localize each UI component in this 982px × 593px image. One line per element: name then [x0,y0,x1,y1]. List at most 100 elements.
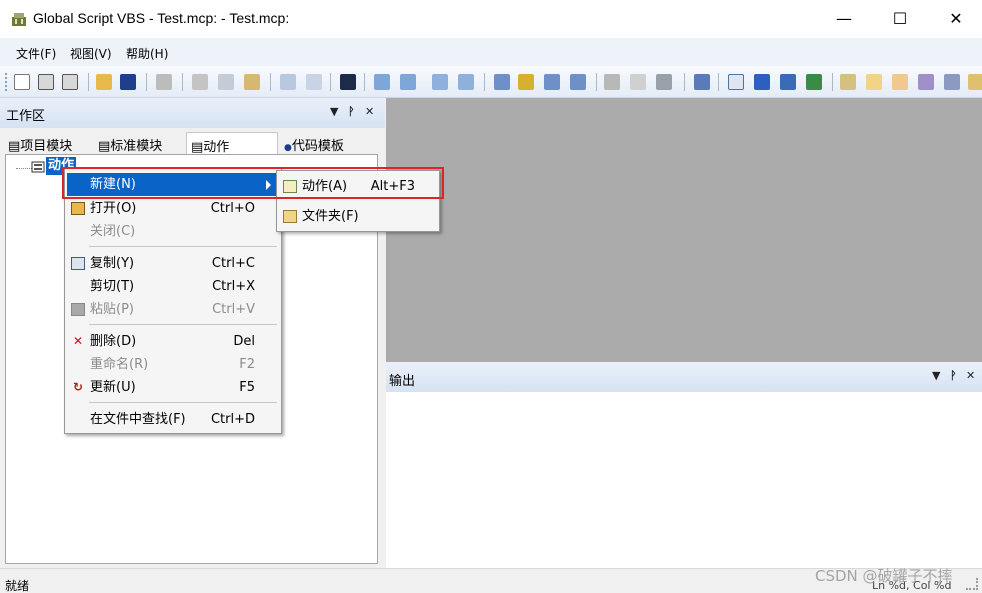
toolbar-separator [832,73,833,91]
toolbar-separator [88,73,89,91]
print-icon[interactable] [156,74,172,90]
new-project-icon[interactable] [38,74,54,90]
menu-item-find-in-files[interactable]: 在文件中查找(F) Ctrl+D [67,408,279,431]
syntax-check-icon[interactable] [656,74,672,90]
trigger-icon[interactable] [630,74,646,90]
menu-item-delete[interactable]: ✕ 删除(D) Del [67,330,279,353]
person-icon[interactable] [944,74,960,90]
bookmark-prev-icon[interactable] [544,74,560,90]
menu-item-close[interactable]: 关闭(C) [67,220,279,243]
workspace-dropdown-icon[interactable]: ▼ [330,105,338,118]
workspace-tabs: ▤项目模块 ▤标准模块 ▤动作 ●代码模板 [0,128,385,155]
paste-icon [71,303,85,316]
window-title: Global Script VBS - Test.mcp: - Test.mcp… [33,10,290,26]
toolbar-separator [270,73,271,91]
menu-separator [89,246,277,247]
menu-item-label: 在文件中查找(F) [90,412,186,427]
tab-project-modules[interactable]: ▤项目模块 [8,132,72,154]
action-icon[interactable] [892,74,908,90]
maximize-button[interactable]: ☐ [872,0,928,38]
redo-icon[interactable] [306,74,322,90]
tab-label: 项目模块 [20,139,73,154]
menu-file[interactable]: 文件(F) [16,45,56,62]
cut-icon[interactable] [192,74,208,90]
toolbar-separator [596,73,597,91]
copy-icon[interactable] [218,74,234,90]
output-close-icon[interactable]: ✕ [966,369,975,382]
app-icon [12,13,26,26]
paste-icon[interactable] [244,74,260,90]
menu-item-open[interactable]: 打开(O) Ctrl+O [67,197,279,220]
output-header: 输出 ▼ ᚹ ✕ [386,362,982,392]
tab-actions[interactable]: ▤动作 [186,132,278,155]
submenu-item-folder[interactable]: 文件夹(F) [279,205,439,228]
menu-item-label: 复制(Y) [90,256,135,271]
menu-item-label: 删除(D) [90,334,137,349]
bookmark-clear-icon[interactable] [570,74,586,90]
menu-item-cut[interactable]: 剪切(T) Ctrl+X [67,275,279,298]
menu-help[interactable]: 帮助(H) [126,45,168,62]
compile-icon[interactable] [604,74,620,90]
output-pin-icon[interactable]: ᚹ [950,369,957,382]
output-dropdown-icon[interactable]: ▼ [932,369,940,382]
script-module-icon: ▤ [98,139,111,154]
tag-icon[interactable] [780,74,796,90]
menu-item-label: 剪切(T) [90,279,135,294]
tab-label: 标准模块 [110,139,163,154]
toolbar-separator [364,73,365,91]
menu-item-label: 打开(O) [90,201,137,216]
menu-item-shortcut: Ctrl+C [211,256,255,271]
open-folder-icon [71,202,85,215]
graph-icon[interactable] [918,74,934,90]
comment-icon[interactable] [432,74,448,90]
help-pointer-icon[interactable] [340,74,356,90]
menu-item-shortcut: Del [233,334,255,349]
editor-area [386,98,982,362]
menu-separator [89,402,277,403]
tab-label: 动作 [203,140,230,155]
menu-item-paste[interactable]: 粘贴(P) Ctrl+V [67,298,279,321]
menu-item-copy[interactable]: 复制(Y) Ctrl+C [67,252,279,275]
window-icon[interactable] [728,74,744,90]
uncomment-icon[interactable] [458,74,474,90]
bookmark-next-icon[interactable] [518,74,534,90]
indent-icon[interactable] [374,74,390,90]
close-button[interactable]: ✕ [928,0,982,38]
minimize-button[interactable]: — [816,0,872,38]
outdent-icon[interactable] [400,74,416,90]
delete-icon: ✕ [72,334,84,348]
annotation-highlight-box [62,167,444,199]
menu-item-label: 关闭(C) [90,224,136,239]
menu-item-label: 重命名(R) [90,357,149,372]
new-document-icon[interactable] [14,74,30,90]
bookmark-icon[interactable] [494,74,510,90]
menu-view[interactable]: 视图(V) [70,45,112,62]
undo-icon[interactable] [280,74,296,90]
toolbar-separator [484,73,485,91]
toolbar [0,66,982,98]
clock-icon[interactable] [968,74,982,90]
database-icon[interactable] [754,74,770,90]
menu-item-label: 更新(U) [90,380,136,395]
script-module-icon: ▤ [191,140,204,155]
tab-label: 代码模板 [291,139,344,154]
function-icon[interactable] [806,74,822,90]
folder-icon[interactable] [866,74,882,90]
menu-bar: 文件(F) 视图(V) 帮助(H) [0,38,982,66]
tab-standard-modules[interactable]: ▤标准模块 [98,132,162,154]
new-module-icon[interactable] [62,74,78,90]
workspace-pin-icon[interactable]: ᚹ [348,105,355,118]
menu-item-refresh[interactable]: ↻ 更新(U) F5 [67,376,279,399]
open-icon[interactable] [96,74,112,90]
script-icon[interactable] [840,74,856,90]
toolbar-grip[interactable] [5,73,7,91]
copy-icon [71,257,85,270]
menu-item-rename[interactable]: 重命名(R) F2 [67,353,279,376]
resize-grip[interactable] [966,578,978,590]
info-icon[interactable] [694,74,710,90]
save-icon[interactable] [120,74,136,90]
context-menu: 新建(N) 打开(O) Ctrl+O 关闭(C) 复制(Y) Ctrl+C 剪切… [64,168,282,434]
tab-code-templates[interactable]: ●代码模板 [284,132,344,154]
title-bar: Global Script VBS - Test.mcp: - Test.mcp… [0,0,982,38]
workspace-close-icon[interactable]: ✕ [365,105,374,118]
